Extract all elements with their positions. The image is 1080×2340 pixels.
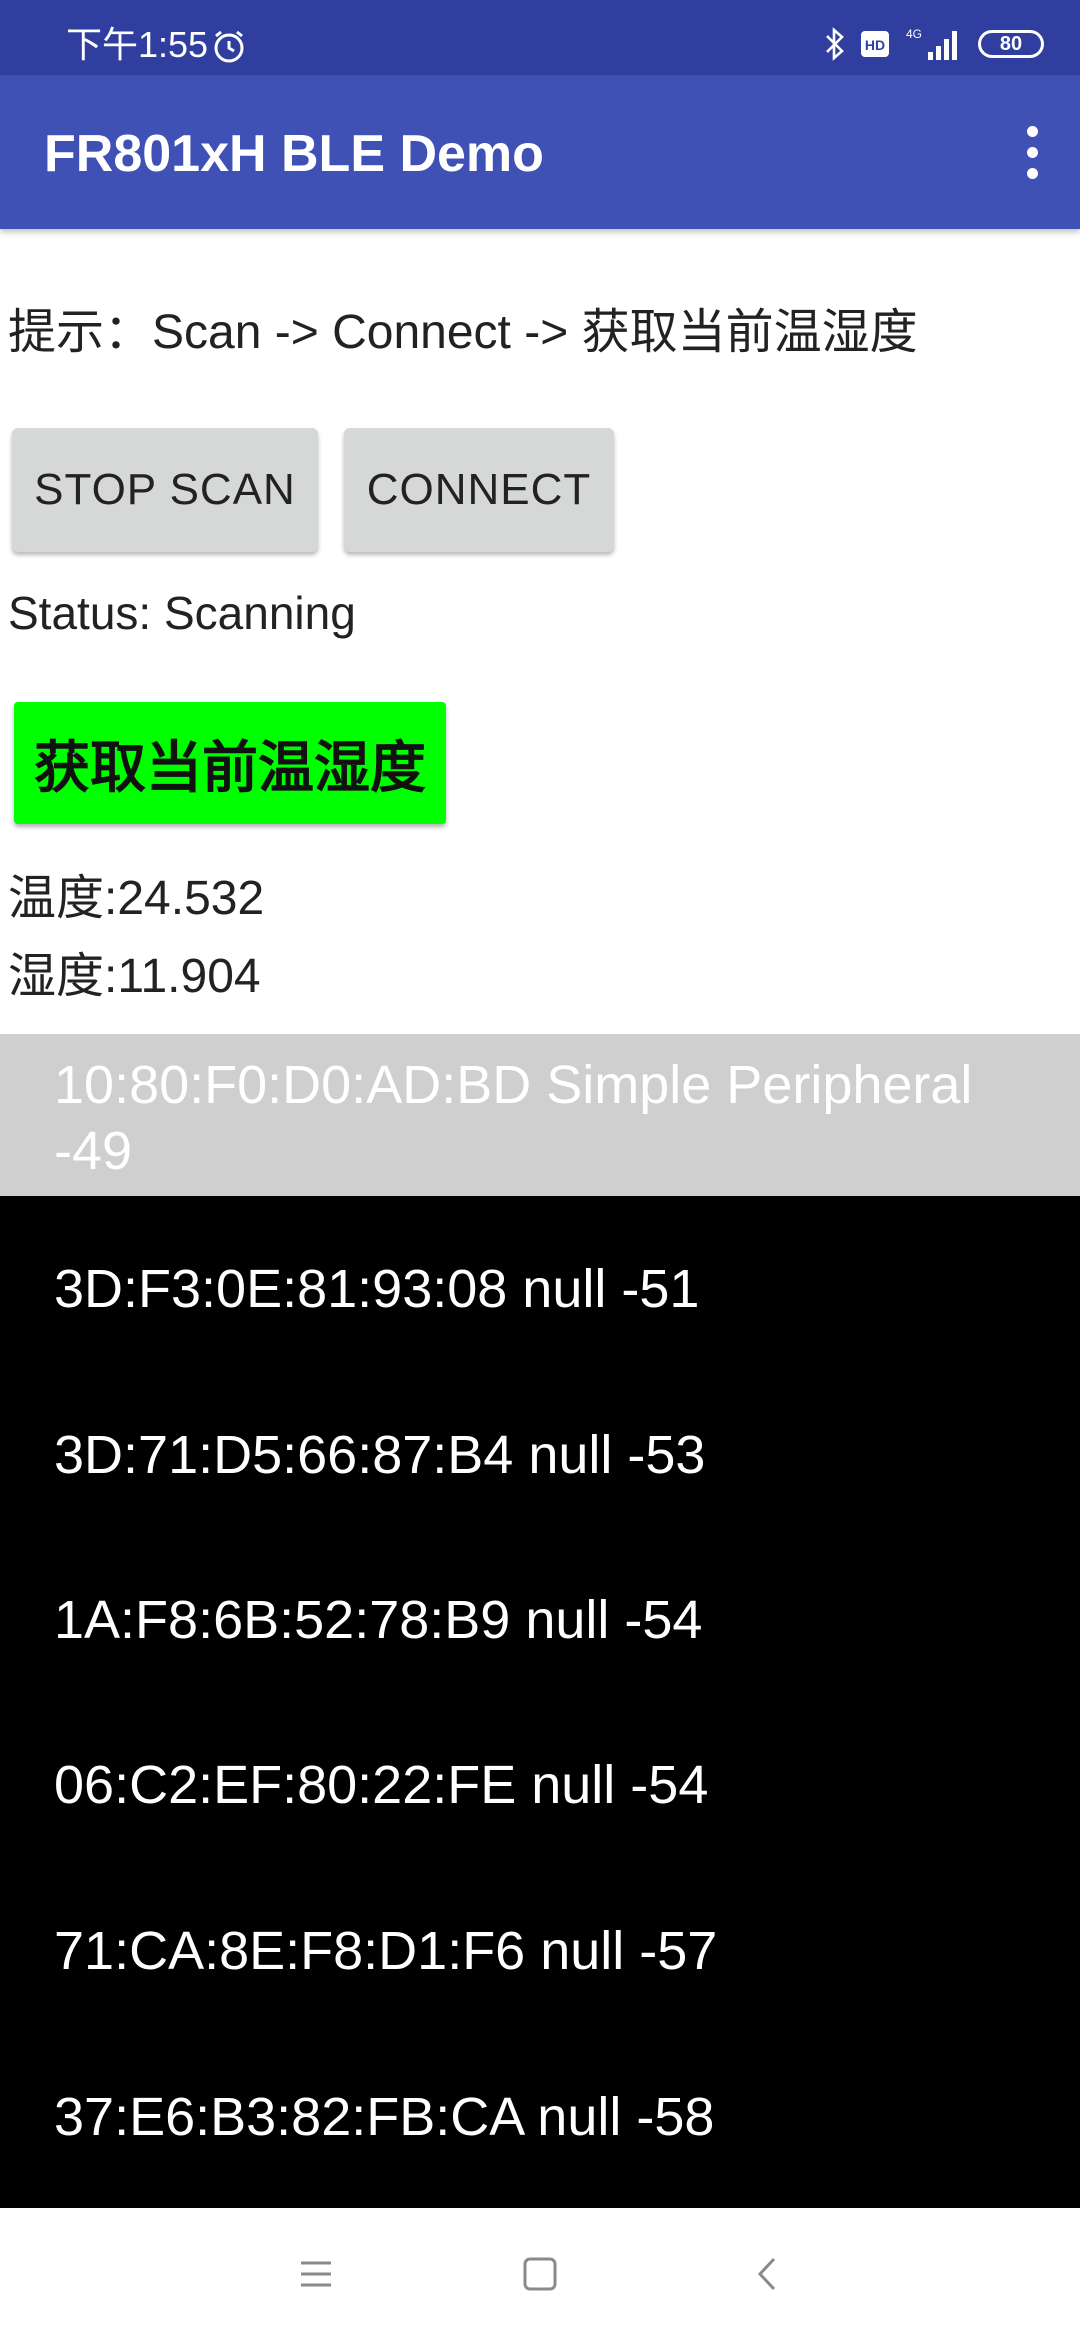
status-icons: HD 4G 80 [824, 24, 1044, 64]
app-bar: FR801xH BLE Demo [0, 75, 1080, 229]
connect-button[interactable]: CONNECT [344, 428, 614, 552]
humidity-reading: 湿度:11.904 [8, 950, 261, 1003]
stop-scan-button[interactable]: STOP SCAN [12, 428, 318, 552]
battery-icon: 80 [978, 30, 1044, 58]
network-label: 4G [906, 27, 922, 41]
back-icon[interactable] [750, 2256, 786, 2292]
device-item[interactable]: 10:80:F0:D0:AD:BD Simple Peripheral -49 [0, 1034, 1080, 1196]
device-item[interactable]: 71:CA:8E:F8:D1:F6 null -57 [0, 1918, 1080, 1984]
device-item[interactable]: 1A:F8:6B:52:78:B9 null -54 [0, 1587, 1080, 1653]
hd-icon: HD [861, 31, 889, 57]
home-icon[interactable] [522, 2256, 558, 2292]
menu-icon[interactable] [298, 2256, 334, 2292]
device-item-rssi: -49 [54, 1121, 133, 1181]
device-item[interactable]: 06:C2:EF:80:22:FE null -54 [0, 1752, 1080, 1818]
device-item-text: 10:80:F0:D0:AD:BD Simple Peripheral [54, 1055, 973, 1115]
hd-label: HD [865, 37, 885, 53]
status-time: 下午1:55 [66, 24, 209, 65]
device-item-text: 1A:F8:6B:52:78:B9 null -54 [54, 1590, 703, 1650]
signal-icon: 4G [906, 27, 957, 60]
device-list[interactable]: 10:80:F0:D0:AD:BD Simple Peripheral -49 … [0, 1034, 1080, 2208]
status-bar: 下午1:55 HD 4G 80 [0, 0, 1080, 75]
battery-level: 80 [999, 33, 1023, 55]
more-vert-icon[interactable] [1004, 121, 1060, 183]
device-item-text: 3D:71:D5:66:87:B4 null -53 [54, 1425, 706, 1485]
device-item-text: 71:CA:8E:F8:D1:F6 null -57 [54, 1921, 718, 1981]
device-item[interactable]: 3D:F3:0E:81:93:08 null -51 [0, 1256, 1080, 1322]
device-item-text: 3D:F3:0E:81:93:08 null -51 [54, 1259, 700, 1319]
alarm-icon [214, 30, 244, 63]
navigation-bar [0, 2208, 1080, 2340]
device-item-text: 37:E6:B3:82:FB:CA null -58 [54, 2087, 715, 2147]
device-item[interactable]: 37:E6:B3:82:FB:CA null -58 [0, 2084, 1080, 2150]
device-item-text: 06:C2:EF:80:22:FE null -54 [54, 1755, 709, 1815]
temperature-reading: 温度:24.532 [8, 872, 265, 925]
status-text: Status: Scanning [8, 587, 356, 639]
bluetooth-icon [826, 27, 844, 61]
hint-text: 提示：Scan -> Connect -> 获取当前温湿度 [8, 306, 918, 359]
app-title: FR801xH BLE Demo [44, 125, 544, 183]
device-item[interactable]: 3D:71:D5:66:87:B4 null -53 [0, 1422, 1080, 1488]
get-temp-humidity-button[interactable]: 获取当前温湿度 [14, 702, 446, 824]
